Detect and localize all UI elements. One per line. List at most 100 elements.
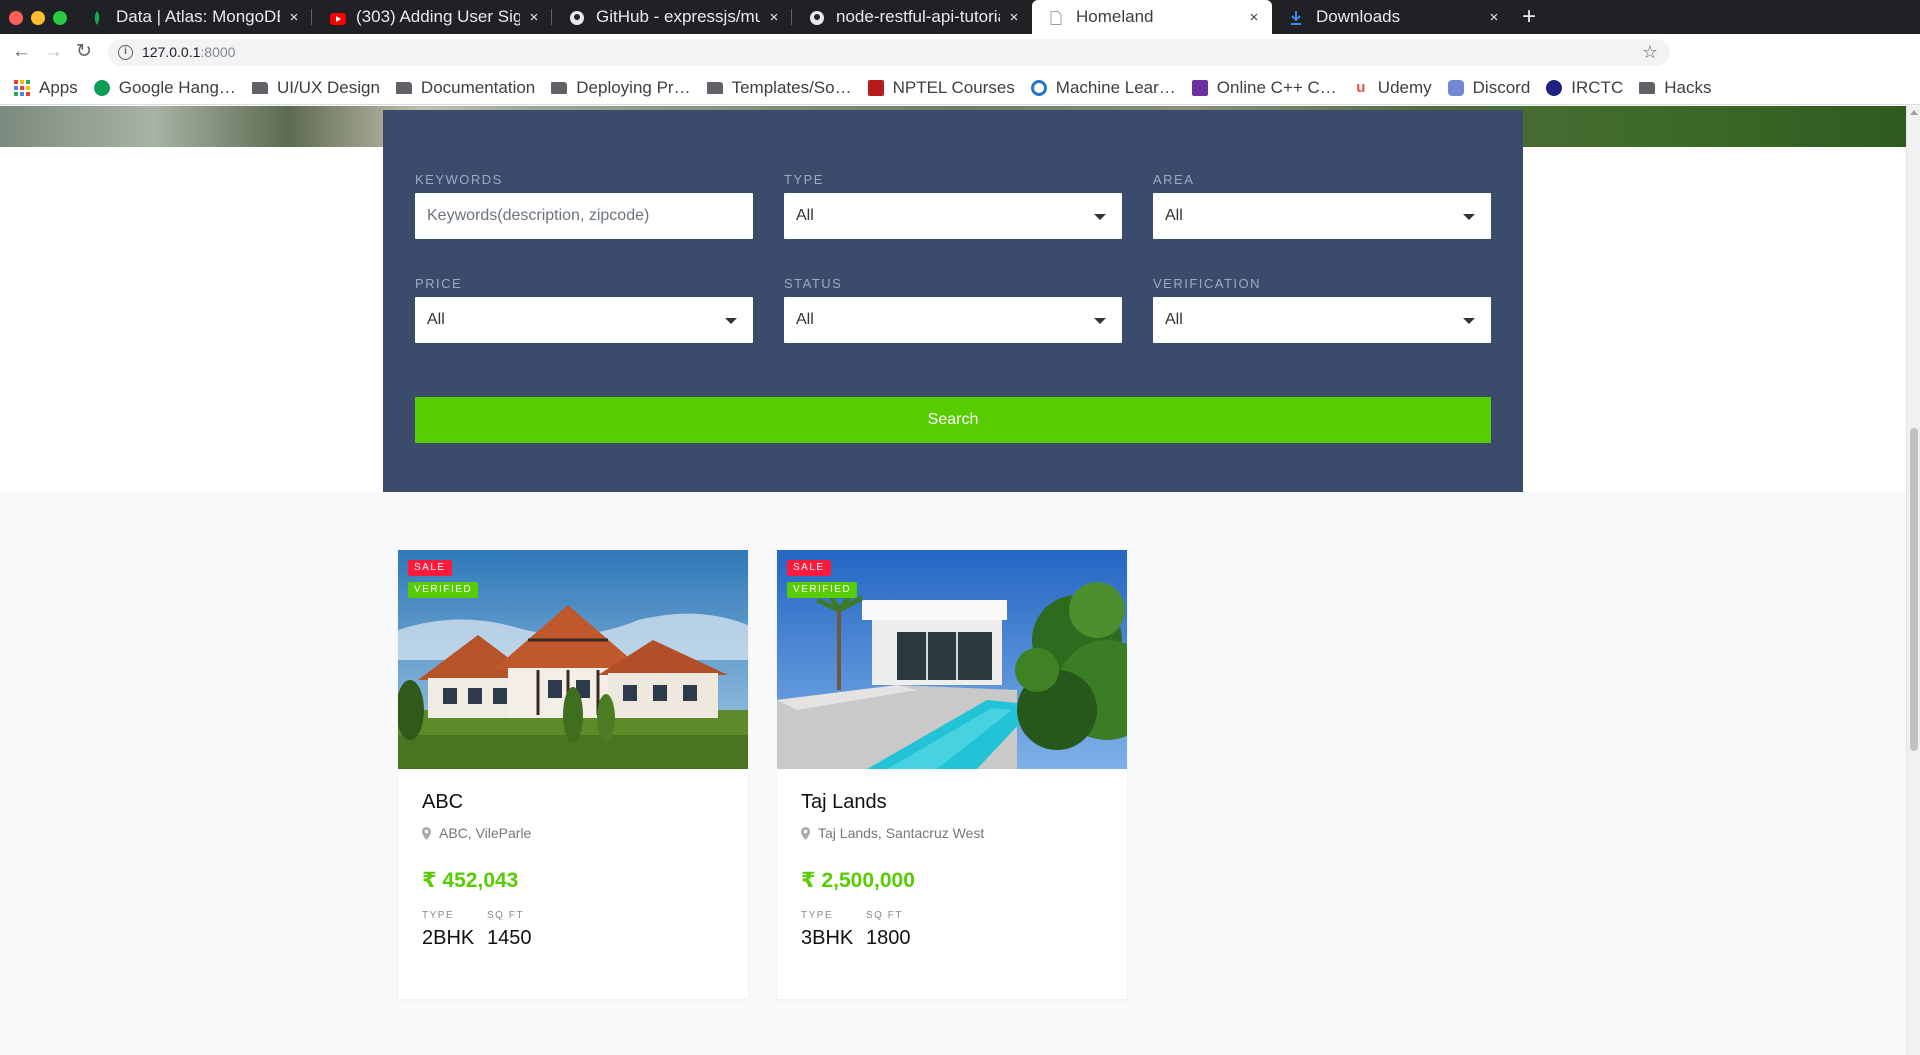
- property-title[interactable]: Taj Lands: [801, 791, 887, 814]
- verification-select[interactable]: All: [1153, 297, 1491, 343]
- location-text: Taj Lands, Santacruz West: [818, 825, 985, 841]
- sqft-spec: SQ FT 1800: [866, 910, 911, 950]
- bookmark-online-cpp[interactable]: Online C++ C…: [1191, 78, 1337, 98]
- tab-mongodb-atlas[interactable]: Data | Atlas: MongoDB A ×: [72, 0, 312, 34]
- new-tab-button[interactable]: +: [1522, 3, 1536, 31]
- folder-icon: [395, 81, 412, 94]
- address-bar[interactable]: i 127.0.0.1:8000 ☆: [108, 39, 1670, 66]
- back-arrow-icon[interactable]: ←: [12, 42, 31, 62]
- folder-icon: [706, 81, 723, 94]
- dropdown-caret-icon: [1463, 214, 1475, 220]
- folder-icon: [1639, 81, 1656, 94]
- keywords-field: KEYWORDS: [415, 172, 753, 239]
- tab-label: node-restful-api-tutorial: [836, 7, 1000, 26]
- verified-badge: VERIFIED: [408, 582, 479, 598]
- scroll-up-arrow-icon[interactable]: [1910, 110, 1918, 115]
- lightning-icon: [1191, 79, 1208, 96]
- tab-close-icon[interactable]: ×: [1246, 9, 1262, 26]
- bookmark-folder-templates[interactable]: Templates/So…: [706, 78, 852, 98]
- scrollbar-thumb[interactable]: [1910, 428, 1918, 751]
- location-text: ABC, VileParle: [439, 825, 532, 841]
- page-scrollbar[interactable]: [1906, 106, 1920, 1055]
- bookmark-apps[interactable]: Apps: [14, 78, 78, 98]
- price-select[interactable]: All: [415, 297, 753, 343]
- type-select[interactable]: All: [784, 193, 1122, 239]
- bookmark-udemy[interactable]: u Udemy: [1353, 78, 1431, 98]
- property-photo[interactable]: SALE VERIFIED: [398, 550, 748, 769]
- verification-label: VERIFICATION: [1153, 276, 1262, 291]
- area-field: AREA All: [1153, 172, 1491, 239]
- mongodb-leaf-icon: [90, 10, 104, 25]
- type-selected-value: All: [796, 207, 814, 224]
- tab-downloads[interactable]: Downloads ×: [1272, 0, 1512, 34]
- tab-youtube[interactable]: (303) Adding User Signu ×: [312, 0, 552, 34]
- area-selected-value: All: [1165, 207, 1183, 224]
- tab-label: (303) Adding User Signu: [356, 7, 520, 26]
- tab-strip: Data | Atlas: MongoDB A × (303) Adding U…: [0, 0, 1920, 34]
- bookmark-folder-documentation[interactable]: Documentation: [395, 78, 535, 98]
- status-selected-value: All: [796, 311, 814, 328]
- tab-close-icon[interactable]: ×: [1006, 9, 1022, 26]
- tab-homeland[interactable]: Homeland ×: [1032, 0, 1272, 34]
- property-photo[interactable]: SALE VERIFIED: [777, 550, 1127, 769]
- tab-github-multer[interactable]: GitHub - expressjs/multe ×: [552, 0, 792, 34]
- tab-label: Downloads: [1316, 7, 1401, 26]
- bookmarks-bar: Apps Google Hang… UI/UX Design Documenta…: [0, 71, 1920, 105]
- bookmark-folder-uiux[interactable]: UI/UX Design: [251, 78, 380, 98]
- tab-label: Data | Atlas: MongoDB A: [116, 7, 280, 26]
- bookmark-folder-hacks[interactable]: Hacks: [1639, 78, 1711, 98]
- spec-sqft-value: 1450: [487, 927, 532, 949]
- property-price: ₹ 452,043: [422, 869, 519, 892]
- maximize-window-button[interactable]: [53, 11, 67, 25]
- bookmark-irctc[interactable]: IRCTC: [1546, 78, 1623, 98]
- type-spec: TYPE 2BHK: [422, 910, 474, 950]
- map-pin-icon: [422, 826, 431, 840]
- bookmark-nptel[interactable]: NPTEL Courses: [867, 78, 1015, 98]
- minimize-window-button[interactable]: [31, 11, 45, 25]
- area-select[interactable]: All: [1153, 193, 1491, 239]
- apps-grid-icon: [14, 79, 30, 96]
- bookmark-machine-learning[interactable]: Machine Lear…: [1030, 78, 1176, 98]
- property-title[interactable]: ABC: [422, 791, 463, 814]
- site-info-icon[interactable]: i: [118, 45, 133, 60]
- irctc-icon: [1546, 79, 1563, 96]
- search-button[interactable]: Search: [415, 397, 1491, 443]
- status-label: STATUS: [784, 276, 843, 291]
- spec-type-label: TYPE: [422, 910, 455, 921]
- keywords-input[interactable]: [427, 193, 753, 239]
- verification-field: VERIFICATION All: [1153, 276, 1491, 343]
- udemy-icon: u: [1356, 78, 1366, 96]
- verification-selected-value: All: [1165, 311, 1183, 328]
- bookmark-star-icon[interactable]: ☆: [1642, 42, 1658, 63]
- tab-close-icon[interactable]: ×: [1486, 9, 1502, 26]
- type-spec: TYPE 3BHK: [801, 910, 853, 950]
- bookmark-google-hangouts[interactable]: Google Hang…: [93, 78, 236, 98]
- close-window-button[interactable]: [9, 11, 23, 25]
- price-label: PRICE: [415, 276, 463, 291]
- github-icon: [570, 10, 584, 25]
- property-search-panel: KEYWORDS TYPE All AREA All PRICE All: [383, 110, 1523, 492]
- type-label: TYPE: [784, 172, 824, 187]
- forward-arrow-icon[interactable]: →: [44, 42, 63, 62]
- spec-sqft-label: SQ FT: [487, 910, 524, 921]
- dropdown-caret-icon: [725, 318, 737, 324]
- tab-node-restful[interactable]: node-restful-api-tutorial ×: [792, 0, 1032, 34]
- bookmark-folder-deploying[interactable]: Deploying Pr…: [551, 78, 691, 98]
- tab-close-icon[interactable]: ×: [766, 9, 782, 26]
- tab-close-icon[interactable]: ×: [286, 9, 302, 26]
- reload-icon[interactable]: ↻: [76, 42, 92, 62]
- area-label: AREA: [1153, 172, 1195, 187]
- bookmark-discord[interactable]: Discord: [1447, 78, 1530, 98]
- status-select[interactable]: All: [784, 297, 1122, 343]
- download-icon: [1290, 10, 1304, 25]
- sqft-spec: SQ FT 1450: [487, 910, 532, 950]
- tab-close-icon[interactable]: ×: [526, 9, 542, 26]
- dropdown-caret-icon: [1094, 214, 1106, 220]
- keywords-label: KEYWORDS: [415, 172, 503, 187]
- property-card[interactable]: SALE VERIFIED ABC ABC, VileParle ₹ 452,0…: [398, 550, 748, 999]
- folder-icon: [251, 81, 268, 94]
- property-card[interactable]: SALE VERIFIED Taj Lands Taj Lands, Santa…: [777, 550, 1127, 999]
- property-location: ABC, VileParle: [422, 825, 531, 841]
- tab-label: Homeland: [1076, 7, 1154, 26]
- price-selected-value: All: [427, 311, 445, 328]
